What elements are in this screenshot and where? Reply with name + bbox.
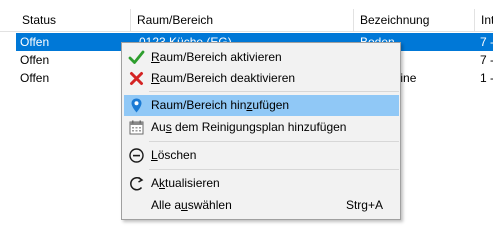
menu-item-label: Aus dem Reinigungsplan hinzufügen (151, 120, 347, 134)
calendar-icon (129, 120, 144, 135)
cell-status: Offen (20, 71, 50, 85)
menu-item-add-room[interactable]: Raum/Bereich hinzufügen (124, 95, 399, 116)
grid-header: Status Raum/Bereich Bezeichnung Int (0, 9, 493, 32)
red-x-icon (130, 72, 143, 85)
menu-separator (149, 91, 399, 92)
minus-circle-icon (129, 148, 144, 163)
menu-item-select-all[interactable]: Alle auswählen Strg+A (124, 195, 399, 216)
menu-item-label: Löschen (151, 148, 197, 162)
location-pin-icon (131, 98, 142, 113)
cell-intervall: 7 - (480, 35, 493, 49)
menu-item-label: Raum/Bereich deaktivieren (151, 71, 296, 85)
cell-intervall: 1 - (480, 71, 493, 85)
menu-item-label: Raum/Bereich aktivieren (151, 50, 282, 64)
menu-item-deactivate[interactable]: Raum/Bereich deaktivieren (124, 68, 399, 89)
cell-status: Offen (20, 53, 50, 67)
menu-item-activate[interactable]: Raum/Bereich aktivieren (124, 47, 399, 68)
menu-item-label: Raum/Bereich hinzufügen (151, 98, 290, 112)
column-header-raum[interactable]: Raum/Bereich (131, 9, 353, 31)
column-header-bezeichnung[interactable]: Bezeichnung (354, 9, 474, 31)
menu-item-label: Alle auswählen (151, 198, 232, 212)
column-header-status[interactable]: Status (16, 9, 130, 31)
menu-item-refresh[interactable]: Aktualisieren (124, 173, 399, 194)
column-header-intervall[interactable]: Int (475, 9, 493, 31)
cell-status: Offen (20, 35, 50, 49)
context-menu: Raum/Bereich aktivieren Raum/Bereich dea… (121, 42, 401, 220)
green-check-icon (128, 50, 145, 64)
menu-separator (149, 141, 399, 142)
menu-separator (149, 169, 399, 170)
menu-item-delete[interactable]: Löschen (124, 145, 399, 166)
menu-item-label: Aktualisieren (151, 176, 220, 190)
cell-intervall: 7 - (480, 53, 493, 67)
menu-item-add-from-plan[interactable]: Aus dem Reinigungsplan hinzufügen (124, 117, 399, 138)
refresh-icon (130, 176, 144, 191)
menu-item-shortcut: Strg+A (345, 198, 383, 212)
